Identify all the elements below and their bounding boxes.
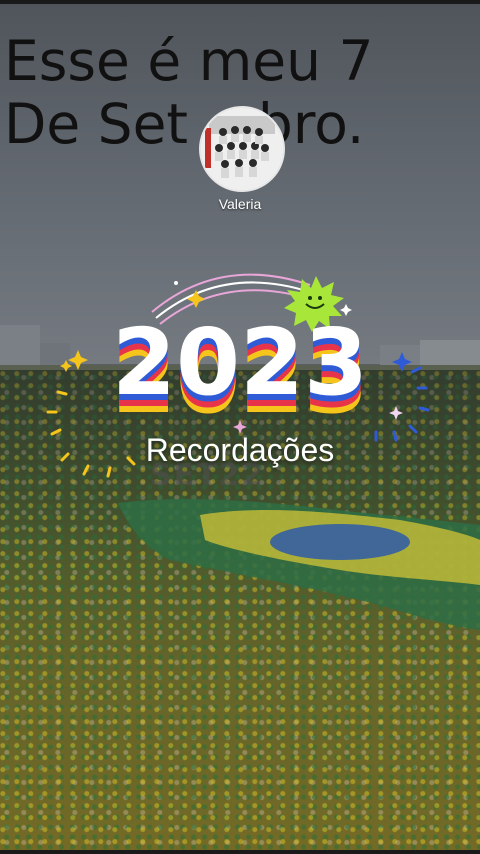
bottom-border	[0, 850, 480, 854]
recordacoes-label: Recordações	[145, 432, 335, 468]
year-text: 2023	[112, 312, 368, 416]
story-screen: Esse é meu 7 De Set bro. Valeria 2023 20…	[0, 0, 480, 854]
year-2023-sticker: 2023 2023 2023 2023	[112, 312, 368, 432]
